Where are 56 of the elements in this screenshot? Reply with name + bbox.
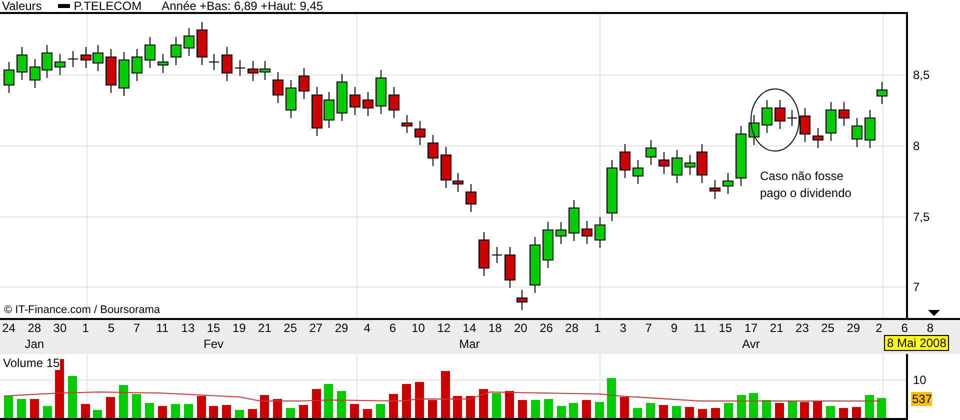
date-label: 12 bbox=[436, 322, 452, 335]
date-label: 24 bbox=[1, 322, 16, 335]
axis-label: 7 bbox=[913, 281, 920, 293]
date-label: 4 bbox=[362, 322, 372, 335]
current-volume-badge: 537 bbox=[911, 392, 932, 406]
date-label: 15 bbox=[206, 322, 222, 335]
date-label: 5 bbox=[106, 322, 116, 335]
date-label: 8 bbox=[926, 322, 935, 335]
date-label: 29 bbox=[846, 322, 862, 335]
ellipse-drawing bbox=[750, 88, 800, 152]
legend-label: Valeurs bbox=[2, 0, 42, 12]
axis-label: 8,5 bbox=[913, 69, 930, 81]
date-label: 21 bbox=[768, 322, 784, 335]
date-label: 23 bbox=[794, 322, 810, 335]
date-label: 27 bbox=[308, 322, 324, 335]
month-label: Avr bbox=[741, 336, 761, 350]
axis-label: 10 bbox=[913, 374, 926, 386]
month-label: Mar bbox=[458, 336, 481, 350]
axis-label: 7,5 bbox=[913, 211, 930, 223]
date-label: 6 bbox=[388, 322, 398, 335]
date-label: 18 bbox=[487, 322, 503, 335]
date-label: 30 bbox=[52, 322, 68, 335]
axis-label: 8 bbox=[913, 140, 920, 152]
date-label: 19 bbox=[231, 322, 247, 335]
date-label: 1 bbox=[81, 322, 90, 335]
annotation-text: Caso não fosse pago o dividendo bbox=[760, 168, 852, 202]
date-label: 29 bbox=[334, 322, 350, 335]
date-label: 17 bbox=[743, 322, 759, 335]
month-label: Fev bbox=[202, 336, 225, 350]
volume-title: Volume 15 bbox=[3, 356, 60, 370]
date-label: 14 bbox=[462, 322, 478, 335]
series-name: P.TELECOM bbox=[74, 0, 142, 12]
date-label: 9 bbox=[670, 322, 679, 335]
dropdown-triangle-icon[interactable] bbox=[928, 310, 940, 316]
date-label: 20 bbox=[512, 322, 528, 335]
date-label: 11 bbox=[692, 322, 708, 335]
date-label: 28 bbox=[26, 322, 42, 335]
date-label: 15 bbox=[718, 322, 734, 335]
date-label: 7 bbox=[132, 322, 142, 335]
date-label: 13 bbox=[180, 322, 196, 335]
date-label: 26 bbox=[538, 322, 554, 335]
range-info: Année +Bas: 6,89 +Haut: 9,45 bbox=[162, 0, 324, 12]
copyright-text: © IT-Finance.com / Boursorama bbox=[4, 304, 160, 316]
date-label: 3 bbox=[618, 322, 628, 335]
month-label: Jan bbox=[24, 336, 46, 350]
date-label: 28 bbox=[564, 322, 580, 335]
date-label: 21 bbox=[257, 322, 272, 335]
date-label: 25 bbox=[282, 322, 298, 335]
date-label: 25 bbox=[820, 322, 836, 335]
date-label: 11 bbox=[155, 322, 170, 335]
date-label: 1 bbox=[593, 322, 602, 335]
date-label: 2 bbox=[874, 322, 884, 335]
date-label: 10 bbox=[410, 322, 426, 335]
date-label: 7 bbox=[644, 322, 653, 335]
date-label: 6 bbox=[900, 322, 909, 335]
current-date-badge: 8 Mai 2008 bbox=[884, 335, 950, 351]
